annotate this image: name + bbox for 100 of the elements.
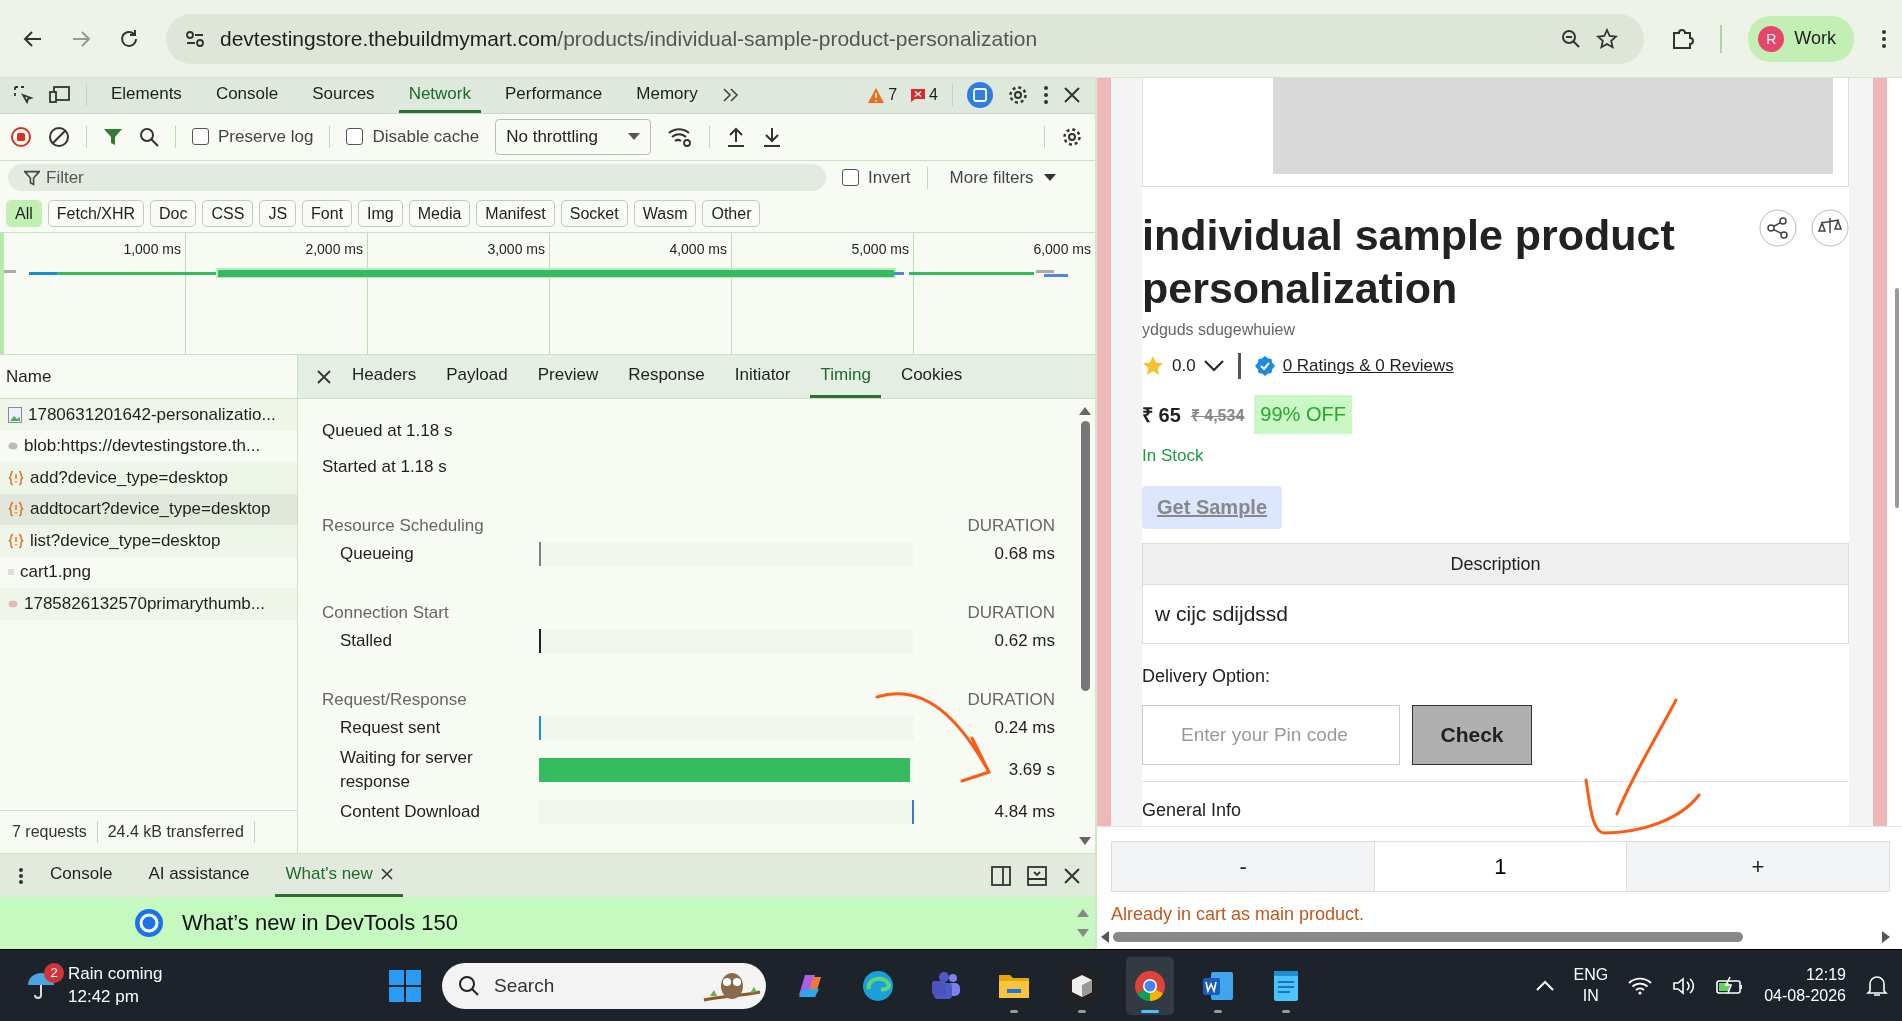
devtools-tab[interactable]: Elements [101, 78, 192, 113]
type-filter-chip[interactable]: CSS [202, 200, 254, 228]
dock-side-icon[interactable] [991, 865, 1011, 886]
type-filter-chip[interactable]: Other [702, 200, 761, 228]
filter-icon[interactable] [103, 126, 123, 147]
record-stop-icon[interactable] [10, 125, 32, 148]
close-icon[interactable] [316, 368, 332, 385]
scroll-up-icon[interactable] [1079, 407, 1091, 416]
running-indicator [1282, 1009, 1290, 1013]
request-row[interactable]: addtocart?device_type=desktop [0, 493, 297, 526]
detail-tab[interactable]: Preview [527, 355, 609, 399]
drawer-tab[interactable]: Console [40, 854, 123, 898]
battery-icon[interactable] [1716, 975, 1745, 996]
type-filter-chip[interactable]: Doc [150, 200, 197, 228]
request-row[interactable]: list?device_type=desktop [0, 525, 297, 557]
decrease-button[interactable]: - [1112, 842, 1375, 891]
error-icon[interactable] [911, 88, 926, 102]
download-icon[interactable] [761, 125, 782, 148]
profile-button[interactable]: R Work [1748, 15, 1854, 62]
more-tabs-icon[interactable] [721, 87, 740, 104]
ratings-link[interactable]: 0 Ratings & 0 Reviews [1282, 356, 1454, 376]
request-row[interactable]: blob:https://devtestingstore.th... [0, 430, 297, 463]
notifications-icon[interactable] [1866, 973, 1888, 998]
detail-tab[interactable]: Headers [342, 355, 427, 399]
scroll-left-icon[interactable] [1101, 931, 1109, 943]
devtools-tab[interactable]: Sources [302, 78, 385, 113]
request-row[interactable]: add?device_type=desktop [0, 462, 297, 494]
weather-widget[interactable]: 2 Rain coming 12:42 pm [26, 964, 163, 1007]
ai-assistant-icon[interactable] [967, 82, 993, 109]
type-filter-chip[interactable]: Font [302, 200, 353, 228]
request-row[interactable]: 1785826132570primarythumb... [0, 588, 297, 620]
description-header[interactable]: Description [1143, 544, 1848, 585]
scroll-down-icon[interactable] [1079, 837, 1091, 846]
type-filter-chip[interactable]: Fetch/XHR [47, 200, 145, 228]
duration-header: DURATION [967, 603, 1055, 624]
volume-icon[interactable] [1672, 975, 1697, 996]
scroll-up-icon[interactable] [1077, 909, 1089, 918]
star-icon[interactable] [1596, 27, 1619, 50]
drawer-tab[interactable]: AI assistance [138, 854, 260, 898]
type-filter-chip[interactable]: Media [408, 200, 471, 228]
invert-checkbox[interactable]: Invert [842, 167, 911, 188]
detail-tab[interactable]: Timing [810, 355, 881, 399]
disable-cache-checkbox[interactable]: Disable cache [346, 126, 480, 147]
type-filter-chip[interactable]: JS [259, 200, 297, 228]
weather-subtitle: 12:42 pm [68, 987, 140, 1007]
close-icon[interactable] [380, 868, 393, 881]
request-row[interactable]: cart1.png [0, 556, 297, 589]
scroll-down-icon[interactable] [1077, 929, 1089, 938]
settings-icon[interactable] [1007, 84, 1029, 107]
type-filter-chip[interactable]: Wasm [633, 200, 697, 228]
compare-scale-icon[interactable] [1811, 209, 1849, 247]
check-button[interactable]: Check [1412, 705, 1532, 765]
extensions-icon[interactable] [1670, 26, 1695, 51]
general-info-heading[interactable]: General Info [1142, 781, 1849, 821]
throttling-dropdown[interactable]: No throttling [495, 118, 651, 155]
search-icon[interactable] [139, 126, 159, 147]
taskbar-search-field[interactable]: Search [442, 962, 766, 1009]
devtools-tab[interactable]: Performance [495, 78, 613, 113]
scroll-right-icon[interactable] [1882, 931, 1890, 943]
chevron-down-icon[interactable] [1203, 360, 1224, 372]
scrollbar-thumb[interactable] [1113, 932, 1743, 942]
detail-tab[interactable]: Initiator [724, 355, 801, 399]
taskbar-app[interactable] [1126, 956, 1174, 1015]
reload-icon[interactable] [118, 27, 140, 50]
upload-icon[interactable] [725, 125, 746, 148]
share-icon[interactable] [1759, 209, 1797, 247]
clock[interactable]: 12:19 04-08-2026 [1764, 966, 1846, 1005]
type-filter-chip[interactable]: All [6, 200, 42, 228]
devtools-tab[interactable]: Network [398, 78, 481, 113]
request-row[interactable]: 1780631201642-personalizatio... [0, 399, 297, 431]
pin-code-field[interactable]: Enter your Pin code [1142, 705, 1400, 765]
scrollbar-thumb[interactable] [1895, 288, 1899, 508]
devtools-tab[interactable]: Memory [626, 78, 708, 113]
more-options-icon[interactable] [1043, 85, 1049, 106]
discount-badge: 99% OFF [1254, 395, 1352, 434]
increase-button[interactable]: + [1626, 842, 1889, 891]
clear-icon[interactable] [48, 125, 70, 148]
wifi-icon[interactable] [1628, 975, 1653, 996]
chevron-up-icon[interactable] [1535, 979, 1554, 992]
detail-tab[interactable]: Cookies [890, 355, 973, 399]
detail-tab[interactable]: Response [618, 355, 715, 399]
filter-field[interactable]: Filter [8, 164, 826, 192]
preserve-log-checkbox[interactable]: Preserve log [192, 126, 314, 147]
type-filter-chip[interactable]: Img [358, 200, 403, 228]
language-indicator[interactable]: ENG IN [1573, 966, 1609, 1005]
dock-bottom-icon[interactable] [1027, 865, 1047, 886]
network-conditions-icon[interactable] [666, 125, 693, 148]
more-filters-dropdown[interactable]: More filters [943, 166, 1062, 189]
devtools-tab[interactable]: Console [205, 78, 289, 113]
type-filter-chip[interactable]: Socket [560, 200, 628, 228]
close-icon[interactable] [1063, 86, 1081, 105]
drawer-menu-icon[interactable] [18, 866, 24, 885]
close-icon[interactable] [1063, 866, 1081, 885]
detail-tab[interactable]: Payload [436, 355, 518, 399]
address-bar[interactable]: devtestingstore.thebuildmymart.com/products/individual-sample-product-personalization [166, 13, 1645, 64]
settings-icon[interactable] [1061, 125, 1083, 148]
type-filter-chip[interactable]: Manifest [476, 200, 555, 228]
menu-icon[interactable] [1880, 27, 1888, 50]
scrollbar-thumb[interactable] [1080, 421, 1090, 692]
start-icon[interactable] [388, 968, 422, 1003]
